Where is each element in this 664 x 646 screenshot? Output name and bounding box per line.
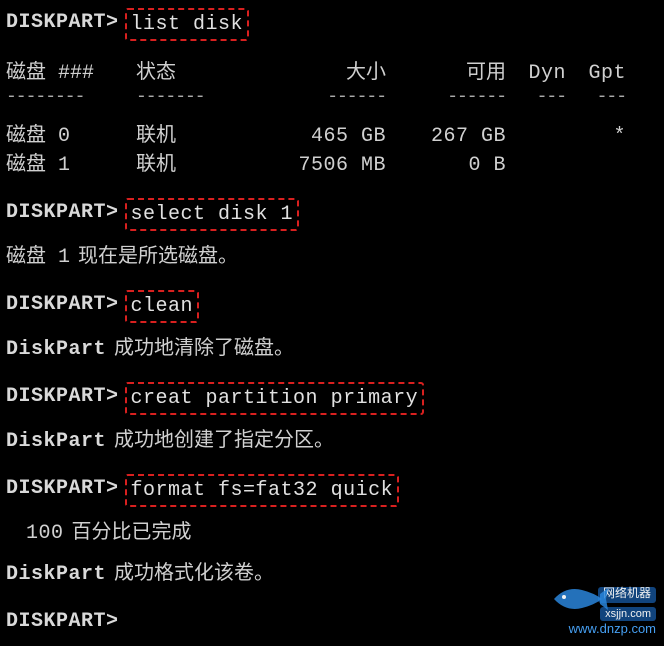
prompt: DISKPART> (6, 382, 119, 415)
prompt: DISKPART> (6, 474, 119, 507)
command-format: format fs=fat32 quick (125, 474, 400, 507)
cell-disk: 磁盘 1 (6, 151, 116, 180)
msg-text: 成功地创建了指定分区。 (114, 427, 334, 456)
prompt: DISKPART> (6, 607, 119, 636)
cell-size: 465 GB (256, 122, 386, 151)
prompt: DISKPART> (6, 8, 119, 41)
command-clean: clean (125, 290, 200, 323)
command-list-disk: list disk (125, 8, 250, 41)
msg-prefix: 磁盘 1 (6, 243, 70, 272)
table-row: 磁盘 1 联机 7506 MB 0 B (6, 151, 658, 180)
cell-size: 7506 MB (256, 151, 386, 180)
cell-free: 267 GB (386, 122, 506, 151)
command-create-partition: creat partition primary (125, 382, 425, 415)
prompt: DISKPART> (6, 290, 119, 323)
watermark-line2: xsjjn.com (600, 607, 656, 621)
cell-disk: 磁盘 0 (6, 122, 116, 151)
message-partition-created: DiskPart 成功地创建了指定分区。 (6, 427, 658, 456)
msg-text: 成功格式化该卷。 (114, 560, 274, 589)
terminal-output: DISKPART> list disk 磁盘 ### 状态 大小 可用 Dyn … (0, 0, 664, 644)
cell-free: 0 B (386, 151, 506, 180)
progress-text: 百分比已完成 (72, 519, 192, 548)
message-clean-success: DiskPart 成功地清除了磁盘。 (6, 335, 658, 364)
message-progress: 100 百分比已完成 (6, 519, 658, 548)
msg-prefix: DiskPart (6, 335, 106, 364)
msg-text: 现在是所选磁盘。 (78, 243, 238, 272)
fish-icon (552, 584, 608, 614)
cell-gpt: * (566, 122, 626, 151)
table-row: 磁盘 0 联机 465 GB 267 GB * (6, 122, 658, 151)
watermark-line3: www.dnzp.com (569, 621, 656, 636)
command-line[interactable]: DISKPART> creat partition primary (6, 382, 658, 415)
msg-text: 成功地清除了磁盘。 (114, 335, 294, 364)
cell-status: 联机 (136, 151, 256, 180)
command-select-disk: select disk 1 (125, 198, 300, 231)
msg-prefix: DiskPart (6, 560, 106, 589)
watermark: 网络机器 xsjjn.com www.dnzp.com (569, 585, 656, 636)
command-line[interactable]: DISKPART> list disk (6, 8, 658, 41)
message-selected-disk: 磁盘 1 现在是所选磁盘。 (6, 243, 658, 272)
cell-status: 联机 (136, 122, 256, 151)
command-line[interactable]: DISKPART> clean (6, 290, 658, 323)
disk-table-underline: -------- ------- ------ ------ --- --- (6, 84, 658, 110)
progress-percent: 100 (26, 519, 64, 548)
msg-prefix: DiskPart (6, 427, 106, 456)
prompt: DISKPART> (6, 198, 119, 231)
command-line[interactable]: DISKPART> select disk 1 (6, 198, 658, 231)
command-line[interactable]: DISKPART> format fs=fat32 quick (6, 474, 658, 507)
